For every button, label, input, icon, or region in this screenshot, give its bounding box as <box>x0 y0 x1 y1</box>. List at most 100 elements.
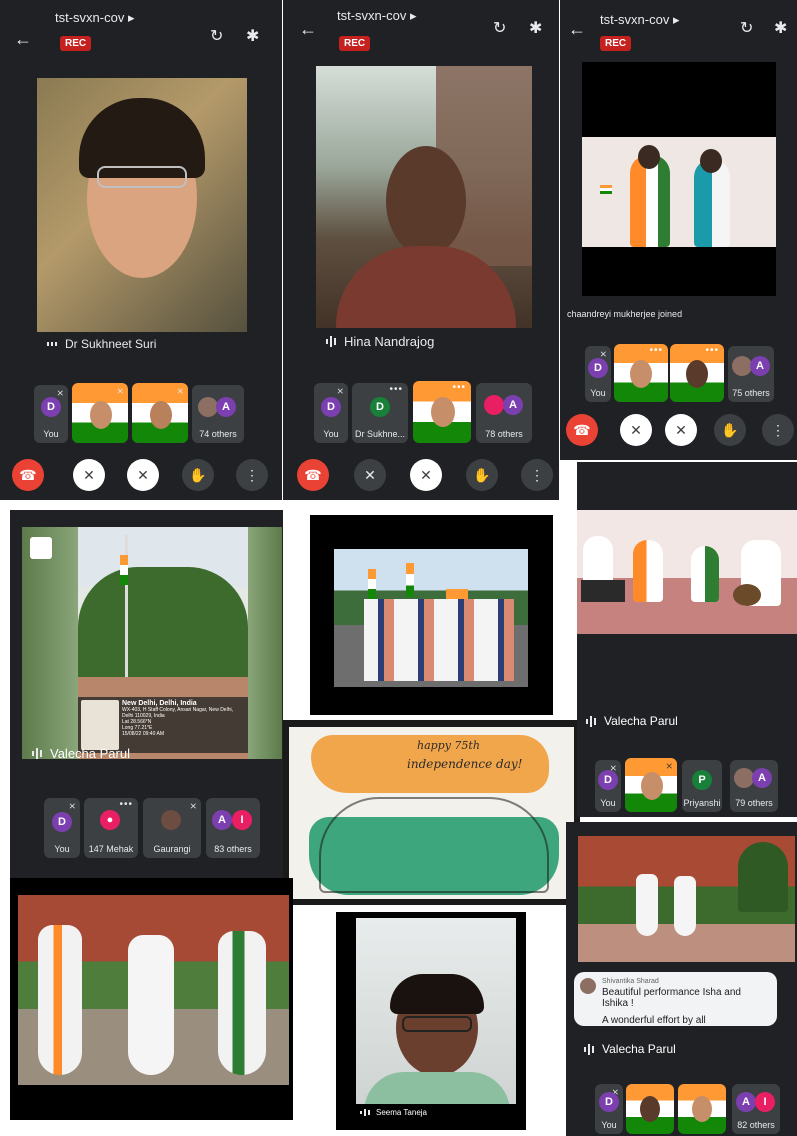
bluetooth-icon[interactable]: ✱ <box>246 26 259 46</box>
participant-tile-video[interactable]: ••• <box>614 344 668 402</box>
participant-tile-you[interactable]: ⨯ D You <box>595 1084 623 1134</box>
chat-message: A wonderful effort by all <box>602 1015 706 1026</box>
participant-tile-video[interactable]: ⨯ <box>625 758 677 812</box>
music-video <box>577 510 797 634</box>
speaker-name: Seema Taneja <box>376 1108 427 1117</box>
tile-label: You <box>590 388 606 398</box>
meeting-title[interactable]: tst-svxn-cov ▸ <box>337 8 416 24</box>
avatar: D <box>588 358 608 378</box>
speaker-name: Valecha Parul <box>602 1042 676 1056</box>
waving-flag <box>368 569 376 599</box>
avatar: D <box>598 770 618 790</box>
camera-off-button[interactable]: ✕ <box>620 414 652 446</box>
raise-hand-button[interactable]: ✋ <box>466 459 498 491</box>
participant-face <box>686 360 708 388</box>
participant-tile-you[interactable]: ⨯ D You <box>34 385 68 443</box>
avatar: I <box>755 1092 775 1112</box>
participant-face <box>90 401 112 429</box>
end-call-button[interactable]: ☎ <box>566 414 598 446</box>
participant-tile-priyanshi[interactable]: P Priyanshi <box>682 760 722 812</box>
more-icon[interactable]: ••• <box>119 799 133 810</box>
switch-camera-icon[interactable]: ↻ <box>740 18 753 38</box>
avatar: P <box>692 770 712 790</box>
mic-off-icon: ⨯ <box>665 761 673 771</box>
participant-face <box>640 1096 660 1122</box>
map-thumbnail <box>81 700 119 750</box>
art-text-line1: happy 75th <box>417 739 480 752</box>
camera-off-button[interactable]: ✕ <box>73 459 105 491</box>
participant-tile-you[interactable]: ⨯ D You <box>314 383 348 443</box>
participant-tile-video[interactable]: ••• <box>413 381 471 443</box>
participant-tile-video[interactable] <box>678 1084 726 1134</box>
bluetooth-icon[interactable]: ✱ <box>529 18 542 38</box>
dance-video-1 <box>18 895 289 1085</box>
participant-tile-others[interactable]: A I 83 others <box>206 798 260 858</box>
participant-tile-video[interactable]: ••• <box>670 344 724 402</box>
participant-tile-you[interactable]: ⨯ D You <box>595 760 621 812</box>
location-card: New Delhi, Delhi, India WX-403, H Staff … <box>78 697 248 753</box>
blurred-edge-right <box>248 527 282 759</box>
end-call-button[interactable]: ☎ <box>12 459 44 491</box>
blurred-edge-left <box>22 527 78 759</box>
art-text-line2: independence day! <box>407 757 523 771</box>
dance-video-2 <box>578 836 795 962</box>
tile-label: Dr Sukhne... <box>354 429 406 439</box>
back-arrow-icon[interactable]: ← <box>299 20 317 38</box>
participant-tile-you[interactable]: ⨯ D You <box>44 798 80 858</box>
participant-tile-others[interactable]: A 75 others <box>728 346 774 402</box>
end-call-button[interactable]: ☎ <box>297 459 329 491</box>
switch-camera-icon[interactable]: ↻ <box>210 26 223 46</box>
avatar: A <box>212 810 232 830</box>
more-options-button[interactable]: ⋮ <box>521 459 553 491</box>
participant-tile-others[interactable]: A 78 others <box>476 383 532 443</box>
more-options-button[interactable]: ⋮ <box>762 414 794 446</box>
avatar: A <box>752 768 772 788</box>
camera-off-button[interactable]: ✕ <box>354 459 386 491</box>
mic-off-icon: ⨯ <box>189 801 197 811</box>
avatar <box>732 356 752 376</box>
more-icon[interactable]: ••• <box>649 345 663 356</box>
back-arrow-icon[interactable]: ← <box>14 30 32 48</box>
dancer <box>218 931 266 1075</box>
raise-hand-button[interactable]: ✋ <box>714 414 746 446</box>
more-icon[interactable]: ••• <box>389 384 403 395</box>
participant-tile-147-mehak[interactable]: ••• ● 147 Mehak <box>84 798 138 858</box>
participant-tile-video[interactable] <box>626 1084 674 1134</box>
speaker-name: Valecha Parul <box>604 714 678 728</box>
participant-tile-others[interactable]: A 74 others <box>192 385 244 443</box>
others-count: 82 others <box>737 1120 775 1130</box>
more-icon[interactable]: ••• <box>452 382 466 393</box>
mic-off-icon: ⨯ <box>176 386 184 396</box>
mic-off-button[interactable]: ✕ <box>410 459 442 491</box>
switch-camera-icon[interactable]: ↻ <box>493 18 506 38</box>
raise-hand-button[interactable]: ✋ <box>182 459 214 491</box>
more-icon[interactable]: ••• <box>705 345 719 356</box>
performers-frame <box>582 137 776 247</box>
meeting-title[interactable]: tst-svxn-cov ▸ <box>600 12 679 28</box>
avatar: A <box>503 395 523 415</box>
mic-off-button[interactable]: ✕ <box>665 414 697 446</box>
tile-label: You <box>601 1120 617 1130</box>
more-options-button[interactable]: ⋮ <box>236 459 268 491</box>
bluetooth-icon[interactable]: ✱ <box>774 18 787 38</box>
others-count: 78 others <box>485 429 523 439</box>
participant-tile-gaurangi[interactable]: ⨯ Gaurangi <box>143 798 201 858</box>
meeting-title[interactable]: tst-svxn-cov ▸ <box>55 10 134 26</box>
back-arrow-icon[interactable]: ← <box>568 20 586 38</box>
hoisted-flag <box>120 555 128 585</box>
dancer <box>128 935 174 1075</box>
avatar: ● <box>100 810 120 830</box>
participant-tile-dr-sukhneet[interactable]: ••• D Dr Sukhne... <box>352 383 408 443</box>
tile-label: Priyanshi <box>683 798 721 808</box>
participant-tile-others[interactable]: A I 82 others <box>732 1084 780 1134</box>
participant-tile-video[interactable]: ⨯ <box>132 383 188 443</box>
participant-tile-others[interactable]: A 79 others <box>730 760 778 812</box>
participant-tile-video[interactable]: ⨯ <box>72 383 128 443</box>
others-count: 74 others <box>199 429 237 439</box>
tile-label: 147 Mehak <box>88 844 134 854</box>
participant-tile-you[interactable]: ⨯ D You <box>585 346 611 402</box>
chat-message-card[interactable]: Shivantika Sharad Beautiful performance … <box>574 972 777 1026</box>
march-video <box>334 549 528 687</box>
mic-off-button[interactable]: ✕ <box>127 459 159 491</box>
avatar <box>198 397 218 417</box>
